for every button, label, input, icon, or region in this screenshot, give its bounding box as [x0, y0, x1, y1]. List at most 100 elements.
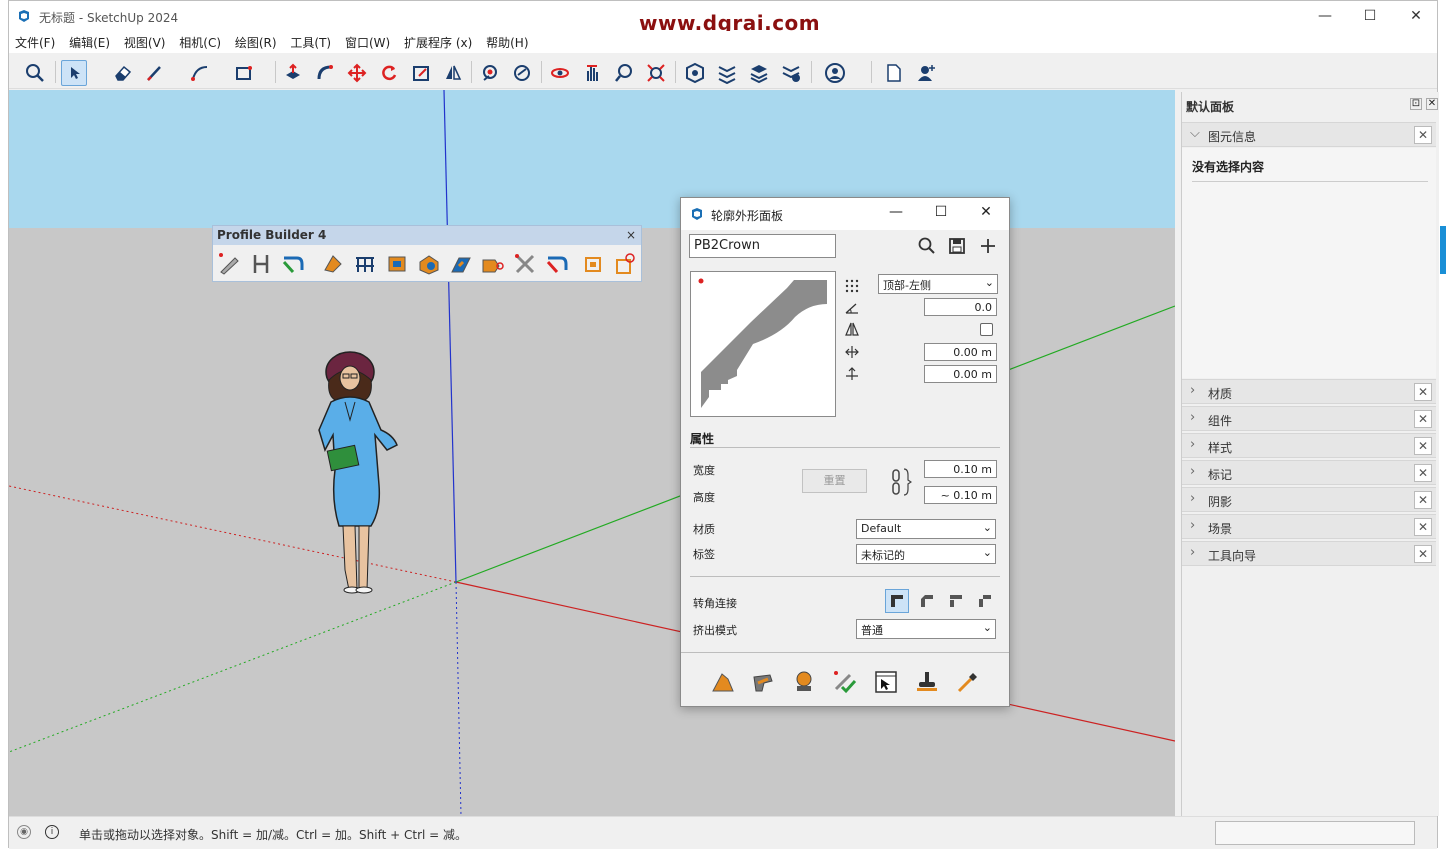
anchor-select[interactable]: 顶部-左侧 ⌄ — [878, 274, 998, 294]
pan-icon[interactable] — [579, 60, 605, 86]
extension-manager-icon[interactable] — [778, 60, 804, 86]
menu-edit[interactable]: 编辑(E) — [65, 31, 114, 54]
move-icon[interactable] — [344, 60, 370, 86]
menu-camera[interactable]: 相机(C) — [175, 31, 225, 54]
panel-instructor[interactable]: › 工具向导 ✕ — [1182, 541, 1436, 566]
panel-close-button[interactable]: ✕ — [1414, 518, 1432, 536]
add-user-icon[interactable] — [913, 60, 939, 86]
profile-builder-close-button[interactable]: × — [626, 226, 636, 245]
panel-scenes[interactable]: › 场景 ✕ — [1182, 514, 1436, 539]
link-chain-icon[interactable] — [889, 466, 913, 498]
width-input[interactable]: 0.10 m — [924, 460, 997, 478]
entity-info-close-button[interactable]: ✕ — [1414, 126, 1432, 144]
build-profile-icon[interactable] — [708, 667, 738, 697]
validate-profile-icon[interactable] — [830, 667, 860, 697]
profile-cut-icon[interactable] — [479, 250, 507, 278]
eyedropper-icon[interactable] — [953, 667, 983, 697]
profile-follow-icon[interactable] — [279, 250, 307, 278]
panel-close-button[interactable]: ✕ — [1414, 464, 1432, 482]
panel-close-button[interactable]: ✕ — [1414, 437, 1432, 455]
corner-butt-icon[interactable] — [946, 591, 966, 611]
menu-file[interactable]: 文件(F) — [11, 31, 59, 54]
profile-extrude-icon[interactable] — [447, 250, 475, 278]
rectangle-icon[interactable] — [231, 60, 257, 86]
height-input[interactable]: ~ 0.10 m — [924, 486, 997, 504]
search-icon[interactable] — [917, 236, 937, 256]
orbit-icon[interactable] — [547, 60, 573, 86]
select-icon[interactable] — [61, 60, 87, 86]
pin-icon[interactable]: ⊡ — [1410, 98, 1422, 110]
panel-tags[interactable]: › 标记 ✕ — [1182, 460, 1436, 485]
zoom-extents-icon[interactable] — [643, 60, 669, 86]
panel-styles[interactable]: › 样式 ✕ — [1182, 433, 1436, 458]
zoom-icon[interactable] — [611, 60, 637, 86]
new-file-icon[interactable] — [881, 60, 907, 86]
push-pull-icon[interactable] — [280, 60, 306, 86]
offset-x-input[interactable]: 0.00 m — [924, 343, 997, 361]
material-select[interactable]: Default ⌄ — [856, 519, 996, 539]
arc-icon[interactable] — [187, 60, 213, 86]
profile-box-icon[interactable] — [383, 250, 411, 278]
minimize-button[interactable]: — — [1302, 1, 1348, 31]
panel-close-button[interactable]: ✕ — [1414, 410, 1432, 428]
profile-paint-icon[interactable] — [319, 250, 347, 278]
panel-components[interactable]: › 组件 ✕ — [1182, 406, 1436, 431]
layout-icon[interactable] — [746, 60, 772, 86]
tray-close-icon[interactable]: ✕ — [1426, 98, 1438, 110]
profile-panel-dialog[interactable]: 轮廓外形面板 — ☐ ✕ PB2Crown 顶部-左侧 ⌄ 0.0 0.00 m … — [680, 197, 1010, 707]
warehouse-icon[interactable] — [682, 60, 708, 86]
rotate-icon[interactable] — [376, 60, 402, 86]
geolocation-icon[interactable]: ◉ — [17, 825, 31, 839]
paint-icon[interactable] — [509, 60, 535, 86]
eraser-icon[interactable] — [110, 60, 136, 86]
menu-help[interactable]: 帮助(H) — [482, 31, 532, 54]
menu-window[interactable]: 窗口(W) — [341, 31, 394, 54]
panel-close-button[interactable]: ✕ — [1414, 545, 1432, 563]
panel-close-button[interactable]: ✕ — [1414, 491, 1432, 509]
menu-extensions[interactable]: 扩展程序 (x) — [400, 31, 476, 54]
menu-tools[interactable]: 工具(T) — [286, 31, 335, 54]
profile-array-icon[interactable] — [351, 250, 379, 278]
offset-y-input[interactable]: 0.00 m — [924, 365, 997, 383]
mirror-checkbox[interactable] — [980, 323, 993, 336]
entity-info-header[interactable]: ⌵ 图元信息 ✕ — [1182, 122, 1436, 147]
close-button[interactable]: ✕ — [1393, 1, 1439, 31]
select-profile-icon[interactable] — [871, 667, 901, 697]
scale-icon[interactable] — [408, 60, 434, 86]
maximize-button[interactable]: ☐ — [1347, 1, 1393, 31]
pencil-icon[interactable] — [142, 60, 168, 86]
profile-delete-icon[interactable] — [611, 250, 639, 278]
profile-path-icon[interactable] — [247, 250, 275, 278]
stamp-profile-icon[interactable] — [912, 667, 942, 697]
panel-shadows[interactable]: › 阴影 ✕ — [1182, 487, 1436, 512]
dialog-titlebar[interactable]: 轮廓外形面板 — ☐ ✕ — [681, 198, 1009, 230]
extension-warehouse-icon[interactable] — [714, 60, 740, 86]
tag-select[interactable]: 未标记的 ⌄ — [856, 544, 996, 564]
search-icon[interactable] — [22, 60, 48, 86]
corner-overlap-icon[interactable] — [975, 591, 995, 611]
flip-icon[interactable] — [440, 60, 466, 86]
save-icon[interactable] — [947, 236, 967, 256]
menu-view[interactable]: 视图(V) — [120, 31, 170, 54]
panel-materials[interactable]: › 材质 ✕ — [1182, 379, 1436, 404]
profile-solid-icon[interactable] — [415, 250, 443, 278]
panel-close-button[interactable]: ✕ — [1414, 383, 1432, 401]
dialog-close-button[interactable]: ✕ — [976, 204, 996, 220]
follow-me-icon[interactable] — [312, 60, 338, 86]
account-icon[interactable] — [822, 60, 848, 86]
build-along-path-icon[interactable] — [748, 667, 778, 697]
rotation-input[interactable]: 0.0 — [924, 298, 997, 316]
menu-draw[interactable]: 绘图(R) — [231, 31, 281, 54]
reset-button[interactable]: 重置 — [802, 469, 867, 493]
extrude-mode-select[interactable]: 普通 ⌄ — [856, 619, 996, 639]
corner-miter-icon[interactable] — [885, 589, 909, 613]
measurements-box[interactable] — [1215, 821, 1415, 845]
profile-builder-toolbar[interactable]: Profile Builder 4 × — [212, 225, 642, 282]
profile-smart-icon[interactable] — [543, 250, 571, 278]
info-icon[interactable]: i — [45, 825, 59, 839]
lathe-profile-icon[interactable] — [789, 667, 819, 697]
dialog-minimize-button[interactable]: — — [886, 204, 906, 220]
tape-icon[interactable] — [477, 60, 503, 86]
profile-name-input[interactable]: PB2Crown — [689, 234, 836, 258]
profile-frame-icon[interactable] — [579, 250, 607, 278]
